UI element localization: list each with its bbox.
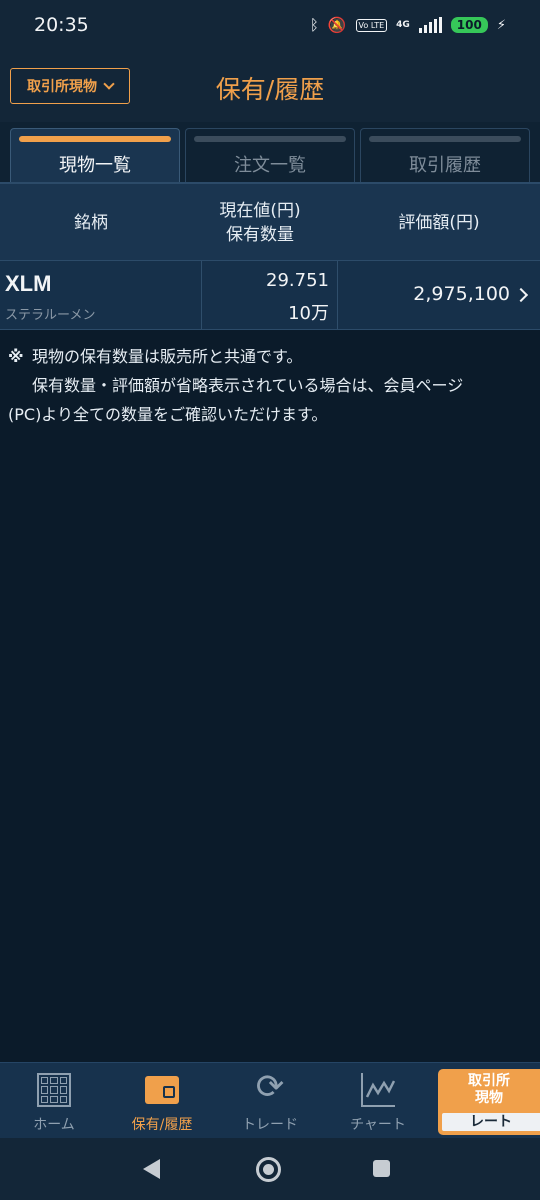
tab-bar: 現物一覧 注文一覧 取引履歴	[0, 122, 540, 186]
table-header: 銘柄 現在値(円) 保有数量 評価額(円)	[0, 182, 540, 260]
rate-button-title: 取引所 現物	[438, 1073, 540, 1107]
nav-label: ホーム	[33, 1117, 75, 1133]
symbol-name: ステラルーメン	[5, 308, 96, 323]
status-bar: 20:35 ᛒ 🔕 Vo LTE 4G 100 ⚡	[0, 0, 540, 50]
app-header: 取引所現物 保有/履歴	[0, 50, 540, 122]
home-icon[interactable]	[256, 1157, 281, 1182]
holding-quantity: 10万	[288, 303, 329, 324]
tab-indicator	[194, 136, 346, 142]
value-cell: 2,975,100	[338, 261, 540, 329]
nav-trade[interactable]: ⟳ トレード	[216, 1063, 324, 1139]
valuation: 2,975,100	[413, 283, 510, 305]
mute-icon: 🔕	[327, 16, 347, 34]
rate-title-line: 現物	[475, 1090, 503, 1106]
rate-title-line: 取引所	[468, 1073, 510, 1089]
tab-history[interactable]: 取引履歴	[360, 128, 530, 184]
charging-icon: ⚡	[496, 17, 506, 33]
column-label: 評価額(円)	[398, 213, 480, 233]
battery-icon: 100	[450, 17, 488, 33]
nav-label: 保有/履歴	[131, 1117, 193, 1133]
status-time: 20:35	[34, 14, 89, 36]
tab-label: 注文一覧	[234, 155, 306, 176]
note-line: 現物の保有数量は販売所と共通です。	[32, 347, 303, 366]
bluetooth-icon: ᛒ	[309, 16, 319, 34]
tab-holdings[interactable]: 現物一覧	[10, 128, 180, 186]
status-icons: ᛒ 🔕 Vo LTE 4G 100 ⚡	[310, 16, 506, 34]
note-line: 保有数量・評価額が省略表示されている場合は、会員ページ	[32, 376, 464, 395]
rate-button[interactable]: 取引所 現物 レート	[438, 1069, 540, 1135]
note-line: (PC)より全ての数量をご確認いただけます。	[8, 405, 328, 424]
back-icon[interactable]	[143, 1159, 160, 1179]
price-qty-cell: 29.751 10万	[202, 261, 338, 329]
volte-icon: Vo LTE	[355, 18, 388, 32]
column-header-value: 評価額(円)	[338, 184, 540, 262]
rate-button-label: レート	[442, 1113, 540, 1131]
nav-home[interactable]: ホーム	[0, 1063, 108, 1139]
note-mark: ※	[8, 347, 24, 366]
note-text: 現物の保有数量は販売所と共通です。 保有数量・評価額が省略表示されている場合は、…	[8, 342, 534, 429]
nav-chart[interactable]: チャート	[324, 1063, 432, 1139]
chart-icon	[361, 1073, 395, 1107]
column-header-symbol: 銘柄	[0, 184, 182, 262]
tab-indicator	[369, 136, 521, 142]
note: ※ 現物の保有数量は販売所と共通です。 保有数量・評価額が省略表示されている場合…	[8, 342, 534, 429]
column-label: 現在値(円)	[219, 201, 301, 221]
tab-orders[interactable]: 注文一覧	[185, 128, 355, 184]
tab-label: 取引履歴	[409, 155, 481, 176]
current-price: 29.751	[266, 270, 329, 291]
nav-holdings[interactable]: 保有/履歴	[108, 1063, 216, 1139]
page-title: 保有/履歴	[215, 75, 325, 104]
table-row[interactable]: XLM ステラルーメン 29.751 10万 2,975,100	[0, 260, 540, 330]
column-header-price: 現在値(円) 保有数量	[182, 184, 338, 262]
nav-label: トレード	[242, 1117, 298, 1133]
tab-indicator	[19, 136, 171, 142]
nav-label: チャート	[350, 1117, 406, 1133]
bottom-nav: ホーム 保有/履歴 ⟳ トレード チャート 取引所 現物 レート	[0, 1062, 540, 1138]
tab-label: 現物一覧	[59, 155, 131, 176]
chevron-right-icon	[513, 287, 529, 303]
grid-icon	[37, 1073, 71, 1107]
recents-icon[interactable]	[373, 1160, 390, 1177]
network-type: 4G	[396, 20, 410, 30]
wallet-icon	[145, 1076, 179, 1104]
column-label: 銘柄	[74, 213, 108, 233]
refresh-icon: ⟳	[255, 1067, 285, 1107]
symbol-code: XLM	[5, 271, 52, 296]
system-nav-bar	[0, 1138, 540, 1200]
column-label: 保有数量	[226, 225, 294, 245]
signal-icon	[418, 17, 442, 33]
symbol-cell: XLM ステラルーメン	[0, 261, 202, 329]
